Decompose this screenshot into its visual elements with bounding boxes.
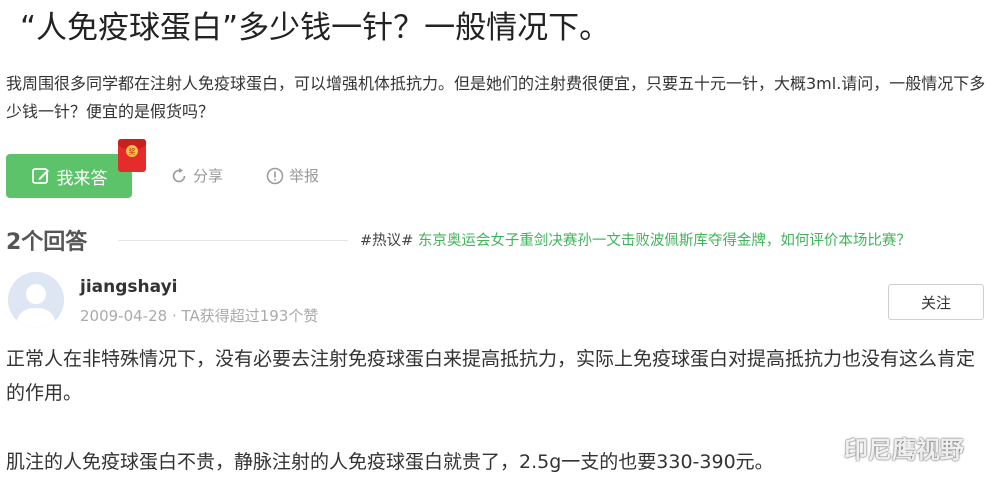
- share-icon: [170, 167, 188, 185]
- answers-count: 2个回答: [6, 230, 88, 255]
- svg-text:奖: 奖: [129, 147, 136, 156]
- report-icon: [266, 167, 284, 185]
- question-title: “人免疫球蛋白”多少钱一针？一般情况下。: [20, 10, 611, 46]
- share-button[interactable]: 分享: [170, 165, 223, 186]
- red-envelope-icon[interactable]: 奖: [115, 138, 149, 174]
- hot-topic-link[interactable]: 东京奥运会女子重剑决赛孙一文击败波佩斯库夺得金牌，如何评价本场比赛？: [418, 233, 911, 249]
- report-label: 举报: [289, 167, 320, 185]
- watermark-text: 印尼鹰视野: [844, 436, 964, 464]
- report-button[interactable]: 举报: [266, 165, 319, 186]
- answer-username[interactable]: jiangshayi: [80, 277, 177, 297]
- hot-topic-banner[interactable]: #热议# 东京奥运会女子重剑决赛孙一文击败波佩斯库夺得金牌，如何评价本场比赛？: [360, 229, 911, 250]
- answer-meta: 2009-04-28 · TA获得超过193个赞: [80, 307, 319, 325]
- edit-icon: [31, 166, 51, 186]
- wechat-icon: [808, 435, 838, 461]
- share-label: 分享: [193, 167, 224, 185]
- watermark: 印尼鹰视野: [808, 430, 964, 465]
- answer-paragraph-1: 正常人在非特殊情况下，没有必要去注射免疫球蛋白来提高抵抗力，实际上免疫球蛋白对提…: [6, 348, 976, 404]
- divider: [118, 240, 348, 241]
- follow-button[interactable]: 关注: [888, 284, 984, 320]
- question-body: 我周围很多同学都在注射人免疫球蛋白，可以增强机体抵抗力。但是她们的注射费很便宜，…: [6, 74, 986, 121]
- answer-button[interactable]: 我来答: [6, 154, 132, 198]
- answer-button-label: 我来答: [56, 168, 108, 189]
- hot-tag: #热议#: [360, 233, 414, 249]
- default-avatar-icon[interactable]: [8, 272, 64, 328]
